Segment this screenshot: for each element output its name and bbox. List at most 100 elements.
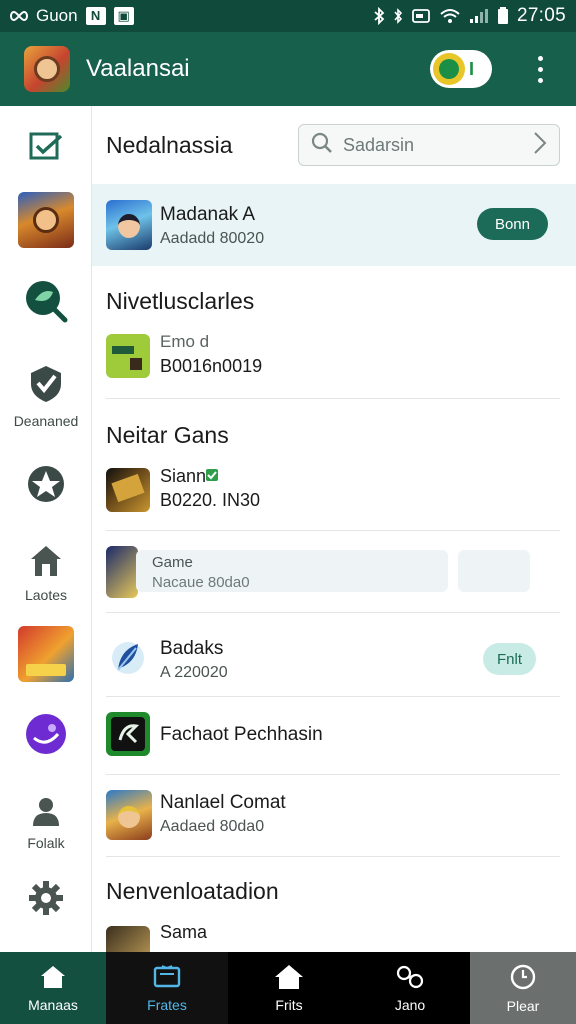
nav-item-jano[interactable]: Jano bbox=[350, 952, 470, 1024]
action-button[interactable]: Bonn bbox=[476, 208, 548, 240]
app-title: Vaalansai bbox=[86, 55, 190, 82]
toggle-label: I bbox=[469, 58, 475, 79]
section-title: Neitar Gans bbox=[106, 422, 229, 448]
game-thumbnail bbox=[106, 200, 152, 250]
item-title: Badaks bbox=[160, 638, 224, 659]
item-title: Fachaot Pechhasin bbox=[160, 724, 323, 745]
nfc-icon: N bbox=[85, 7, 106, 25]
game-thumbnail bbox=[106, 712, 150, 756]
nav-item-frits[interactable]: Frits bbox=[228, 952, 350, 1024]
infinity-icon bbox=[10, 10, 28, 22]
sidebar-item-home[interactable]: Laotes bbox=[0, 544, 92, 603]
search-field[interactable]: Sadarsin bbox=[298, 124, 560, 166]
nav-item-plear[interactable]: Plear bbox=[470, 952, 576, 1024]
search-input[interactable]: Sadarsin bbox=[343, 135, 533, 156]
nav-label: Plear bbox=[506, 997, 540, 1014]
nav-item-frates[interactable]: Frates bbox=[106, 952, 228, 1024]
sidebar-item-game-2[interactable] bbox=[0, 626, 92, 682]
divider bbox=[106, 696, 560, 697]
sidebar-item-protected[interactable]: Deananed bbox=[0, 364, 92, 429]
list-item[interactable]: Madanak A Aadadd 80020 Bonn bbox=[92, 184, 576, 266]
main-content: Nedalnassia Sadarsin Madanak A Aadadd 80… bbox=[92, 106, 576, 952]
sidebar-item-orb[interactable] bbox=[0, 712, 92, 761]
item-subtitle: Aadadd 80020 bbox=[160, 230, 265, 247]
search-leaf-icon bbox=[23, 278, 69, 329]
sidebar-item-search[interactable] bbox=[0, 278, 92, 329]
list-item[interactable]: Sama bbox=[92, 918, 576, 952]
nav-label: Frates bbox=[147, 996, 187, 1013]
sidebar: Deananed Laotes Folalk bbox=[0, 106, 92, 952]
signal-icon bbox=[469, 8, 489, 24]
sidebar-label-protected: Deananed bbox=[13, 413, 79, 429]
bluetooth-alt-icon bbox=[393, 7, 403, 25]
search-icon bbox=[311, 132, 333, 159]
home-icon bbox=[29, 544, 63, 583]
game-thumbnail bbox=[106, 546, 138, 598]
game-thumbnail bbox=[106, 790, 152, 840]
list-item[interactable]: Badaks A 220020 Fnlt bbox=[92, 622, 576, 696]
nav-item-home[interactable]: Manaas bbox=[0, 952, 106, 1024]
clock-icon bbox=[509, 963, 537, 994]
list-item[interactable]: Nanlael Comat Aadaed 80da0 bbox=[92, 786, 576, 862]
chevron-right-icon[interactable] bbox=[533, 131, 547, 160]
game-thumbnail bbox=[106, 334, 150, 378]
sidebar-item-favorites[interactable] bbox=[0, 464, 92, 509]
divider bbox=[106, 856, 560, 857]
item-title: Game bbox=[152, 554, 193, 571]
sidebar-label-profile: Folalk bbox=[27, 835, 65, 851]
more-options-icon[interactable] bbox=[522, 49, 558, 89]
divider bbox=[106, 530, 560, 531]
bluetooth-icon bbox=[373, 7, 385, 25]
star-badge-icon bbox=[26, 464, 66, 509]
app-bar: Vaalansai I bbox=[0, 32, 576, 106]
house-icon bbox=[274, 964, 304, 993]
sidebar-item-settings[interactable] bbox=[0, 880, 92, 921]
game-thumbnail-fighter bbox=[18, 626, 74, 682]
nav-label: Manaas bbox=[28, 996, 78, 1013]
item-subtitle: B0220. IN30 bbox=[160, 490, 261, 510]
tv-icon bbox=[152, 964, 182, 993]
list-item[interactable]: Fachaot Pechhasin bbox=[92, 704, 576, 774]
game-thumbnail bbox=[106, 468, 150, 512]
game-thumbnail-warrior bbox=[18, 192, 74, 248]
nav-label: Frits bbox=[275, 996, 303, 1013]
app-logo[interactable] bbox=[24, 46, 70, 92]
gear-icon bbox=[28, 880, 64, 921]
list-item[interactable]: Siann B0220. IN30 bbox=[92, 462, 576, 532]
list-item[interactable]: Emo d B0016n0019 bbox=[92, 328, 576, 398]
sidebar-label-home: Laotes bbox=[24, 587, 68, 603]
item-subtitle: A 220020 bbox=[160, 664, 228, 681]
toggle-knob-icon bbox=[433, 53, 465, 85]
carrier-name: Guon bbox=[36, 6, 78, 25]
list-item[interactable]: Game Nacaue 80da0 bbox=[92, 546, 576, 608]
item-title: Siann bbox=[160, 466, 207, 486]
cast-icon bbox=[411, 8, 431, 24]
status-bar: Guon N ▣ 27:05 bbox=[0, 0, 576, 32]
divider bbox=[106, 612, 560, 613]
mode-toggle[interactable]: I bbox=[430, 50, 492, 88]
placeholder-button bbox=[458, 550, 530, 592]
purple-orb-icon bbox=[24, 712, 68, 761]
game-thumbnail bbox=[106, 926, 150, 952]
sidebar-item-game-1[interactable] bbox=[0, 192, 92, 248]
item-title: Nanlael Comat bbox=[160, 792, 286, 813]
section-title: Nenvenloatadion bbox=[106, 878, 279, 904]
verified-icon bbox=[206, 468, 218, 486]
home-icon bbox=[39, 964, 67, 993]
action-button[interactable]: Fnlt bbox=[482, 643, 536, 675]
divider bbox=[106, 398, 560, 399]
battery-icon bbox=[497, 7, 509, 25]
nav-label: Jano bbox=[394, 996, 426, 1013]
sidebar-item-tasks[interactable] bbox=[0, 132, 92, 167]
image-icon: ▣ bbox=[113, 7, 134, 25]
item-title: Sama bbox=[160, 922, 208, 942]
checklist-icon bbox=[29, 132, 63, 167]
divider bbox=[106, 774, 560, 775]
item-subtitle: Aadaed 80da0 bbox=[160, 818, 265, 835]
wifi-icon bbox=[439, 8, 461, 24]
sidebar-item-profile[interactable]: Folalk bbox=[0, 796, 92, 851]
page-title: Nedalnassia bbox=[106, 132, 233, 158]
shield-check-icon bbox=[27, 364, 65, 409]
person-icon bbox=[31, 796, 61, 831]
item-title: Madanak A bbox=[160, 204, 256, 225]
